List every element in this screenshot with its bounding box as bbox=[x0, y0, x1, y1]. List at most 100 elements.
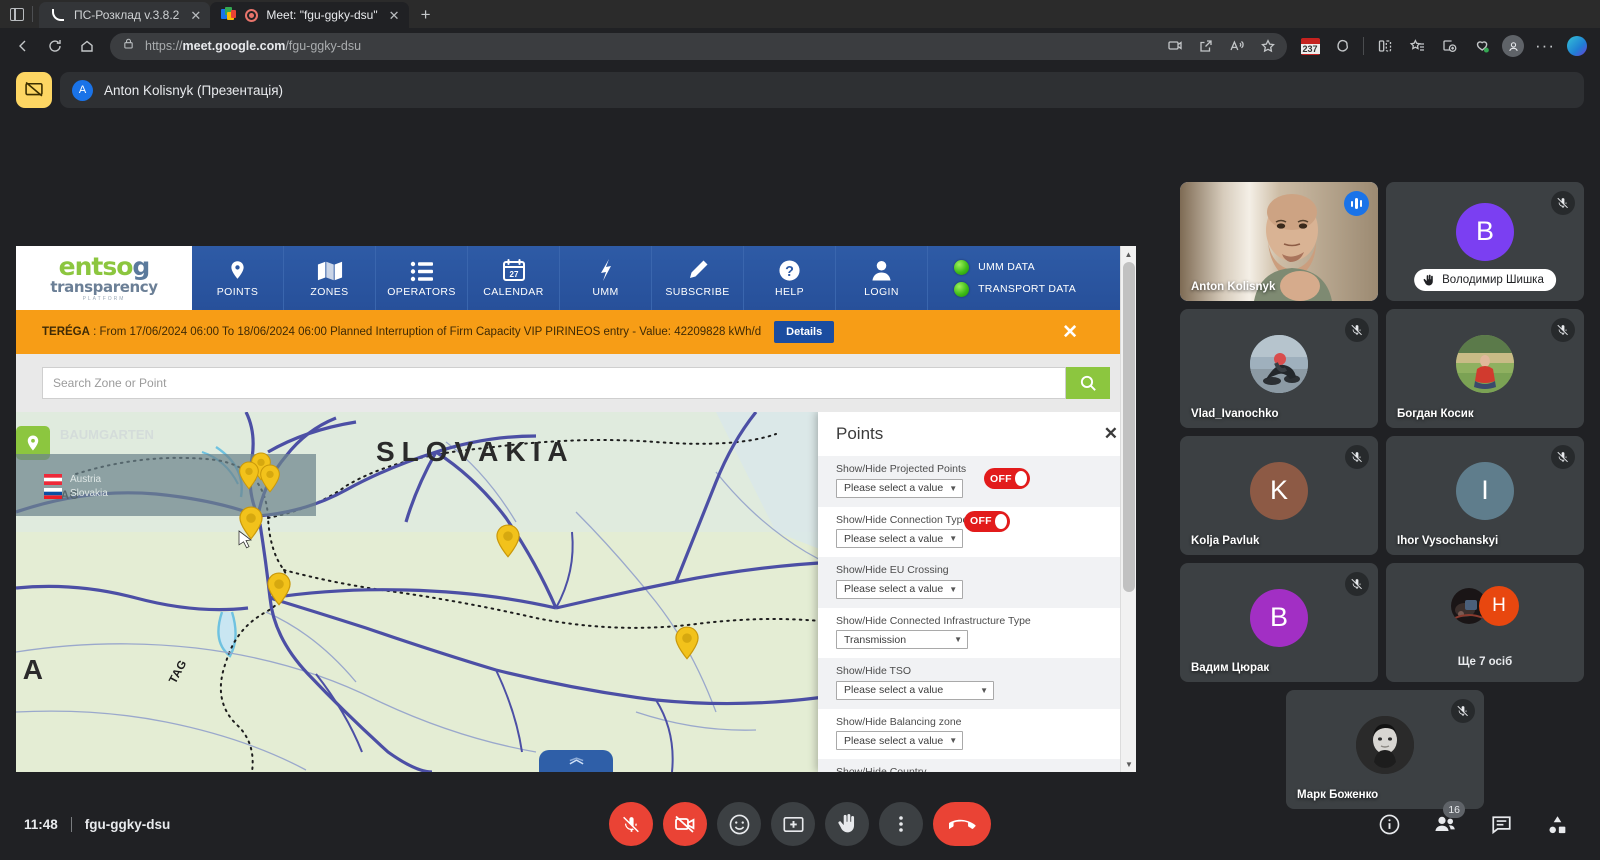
tooltip-title: BAUMGARTEN bbox=[60, 427, 154, 442]
nav-points[interactable]: POINTS bbox=[192, 246, 284, 310]
meeting-details-button[interactable] bbox=[1368, 803, 1410, 845]
browser-toolbar: https://meet.google.com/fgu-ggky-dsu 237… bbox=[0, 28, 1600, 64]
filter-row-connection-type: Show/Hide Connection Type Please select … bbox=[818, 506, 1136, 557]
search-icon[interactable] bbox=[1066, 367, 1110, 399]
map-marker-pin[interactable] bbox=[238, 461, 260, 490]
collections-badge: 237 bbox=[1300, 37, 1320, 55]
participant-tile-overflow[interactable]: H Ще 7 осіб bbox=[1386, 563, 1584, 682]
banner-close-icon[interactable]: ✕ bbox=[1062, 321, 1078, 344]
list-icon bbox=[410, 258, 434, 282]
nav-login[interactable]: LOGIN bbox=[836, 246, 928, 310]
svg-text:?: ? bbox=[785, 264, 794, 280]
avatar-photo bbox=[1456, 334, 1514, 393]
collections-icon[interactable]: 237 bbox=[1295, 32, 1325, 60]
hand-raised-icon bbox=[1423, 274, 1433, 285]
cast-icon[interactable] bbox=[1160, 32, 1190, 60]
participant-tile-vadym-tsiurak[interactable]: B Вадим Цюрак bbox=[1180, 563, 1378, 682]
raise-hand-button[interactable] bbox=[825, 802, 869, 846]
reload-icon[interactable] bbox=[40, 32, 70, 60]
participant-tile-anton-kolisnyk[interactable]: Anton Kolisnyk bbox=[1180, 182, 1378, 301]
profile-icon[interactable] bbox=[1498, 32, 1528, 60]
presenter-chip[interactable]: A Anton Kolisnyk (Презентація) bbox=[60, 72, 1584, 108]
nav-subscribe[interactable]: SUBSCRIBE bbox=[652, 246, 744, 310]
scrollbar-thumb[interactable] bbox=[1123, 262, 1135, 592]
activities-button[interactable] bbox=[1536, 803, 1578, 845]
filter-label: Show/Hide Projected Points bbox=[836, 463, 967, 475]
emoji-button[interactable] bbox=[717, 802, 761, 846]
copilot-edge-icon[interactable] bbox=[1327, 32, 1357, 60]
tab-actions-icon[interactable] bbox=[10, 7, 24, 21]
split-screen-icon[interactable] bbox=[1370, 32, 1400, 60]
browser-tab-2[interactable]: Meet: "fgu-ggky-dsu" ✕ bbox=[210, 2, 409, 28]
leave-call-button[interactable] bbox=[933, 802, 991, 846]
favorite-star-icon[interactable] bbox=[1253, 32, 1283, 60]
favorites-list-icon[interactable] bbox=[1402, 32, 1432, 60]
filter-select[interactable]: Please select a value ▼ bbox=[836, 478, 964, 498]
back-icon[interactable] bbox=[8, 32, 38, 60]
browser-tab-1[interactable]: ПС-Розклад v.3.8.2 ✕ bbox=[39, 2, 211, 28]
participant-tile-kolja-pavluk[interactable]: K Kolja Pavluk bbox=[1180, 436, 1378, 555]
points-panel-close-icon[interactable]: ✕ bbox=[1104, 424, 1118, 444]
nav-label: SUBSCRIBE bbox=[665, 286, 730, 298]
camera-off-button[interactable] bbox=[663, 802, 707, 846]
filter-select[interactable]: Please select a value ▼ bbox=[836, 680, 994, 700]
add-tab-group-icon[interactable] bbox=[1434, 32, 1464, 60]
divider bbox=[1363, 37, 1364, 55]
map-marker-pin[interactable] bbox=[259, 464, 281, 493]
scroll-up-arrow-icon[interactable]: ▲ bbox=[1121, 246, 1136, 262]
filter-select[interactable]: Please select a value ▼ bbox=[836, 529, 964, 548]
participant-name: Vlad_Ivanochko bbox=[1191, 408, 1279, 420]
copilot-icon[interactable] bbox=[1562, 32, 1592, 60]
more-options-button[interactable] bbox=[879, 802, 923, 846]
filter-select[interactable]: Please select a value ▼ bbox=[836, 579, 964, 599]
status-led-icon bbox=[954, 259, 970, 275]
audio-active-icon bbox=[1344, 191, 1369, 216]
nav-help[interactable]: ? HELP bbox=[744, 246, 836, 310]
entsog-logo[interactable]: entsog transparency PLATFORM bbox=[16, 246, 192, 310]
new-tab-button[interactable]: + bbox=[413, 2, 439, 28]
map-marker-pin[interactable] bbox=[266, 572, 292, 606]
search-input[interactable]: Search Zone or Point bbox=[42, 367, 1066, 399]
browser-essentials-icon[interactable] bbox=[1466, 32, 1496, 60]
page-scrollbar[interactable]: ▲ ▼ bbox=[1120, 246, 1136, 772]
toggle-projected-points[interactable]: OFF bbox=[984, 468, 1030, 489]
toggle-connection-type[interactable]: OFF bbox=[964, 510, 1010, 532]
logo-line2: transparency bbox=[50, 278, 158, 297]
filter-label: Show/Hide Balancing zone bbox=[836, 715, 962, 728]
participant-tile-vlad-ivanochko[interactable]: Vlad_Ivanochko bbox=[1180, 309, 1378, 428]
map-marker-pin[interactable] bbox=[495, 524, 521, 558]
participants-button[interactable]: 16 bbox=[1424, 801, 1466, 845]
chat-button[interactable] bbox=[1480, 803, 1522, 845]
filter-select[interactable]: Please select a value ▼ bbox=[836, 731, 964, 750]
participant-tile-bohdan-kosyk[interactable]: Богдан Косик bbox=[1386, 309, 1584, 428]
presented-screen[interactable]: entsog transparency PLATFORM POINTS ZONE… bbox=[16, 246, 1136, 772]
tab-close-button[interactable]: ✕ bbox=[386, 7, 403, 24]
participant-tile-ihor-vysochanskyi[interactable]: I Ihor Vysochanskyi bbox=[1386, 436, 1584, 555]
map-marker-pin[interactable] bbox=[674, 626, 700, 660]
microphone-off-button[interactable] bbox=[609, 802, 653, 846]
participant-name-pill: Володимир Шишка bbox=[1414, 269, 1556, 291]
presentation-bar: A Anton Kolisnyk (Презентація) bbox=[16, 69, 1584, 111]
address-bar[interactable]: https://meet.google.com/fgu-ggky-dsu bbox=[110, 32, 1287, 60]
settings-more-icon[interactable]: ··· bbox=[1530, 32, 1560, 60]
participant-tile-volodymyr-shyshka[interactable]: B Володимир Шишка bbox=[1386, 182, 1584, 301]
nav-calendar[interactable]: 27 CALENDAR bbox=[468, 246, 560, 310]
filter-select[interactable]: Transmission ▼ bbox=[836, 630, 968, 649]
tab-close-button[interactable]: ✕ bbox=[187, 7, 204, 24]
nav-operators[interactable]: OPERATORS bbox=[376, 246, 468, 310]
gas-network-map[interactable]: SLOVAKIA IA WAG TAG BAUMGARTEN Austria S… bbox=[16, 412, 1136, 772]
stop-presenting-icon[interactable] bbox=[16, 72, 52, 108]
banner-details-button[interactable]: Details bbox=[774, 321, 835, 343]
avatar bbox=[1356, 715, 1414, 774]
present-now-button[interactable] bbox=[771, 802, 815, 846]
map-expand-tab[interactable] bbox=[539, 750, 613, 772]
points-panel-body[interactable]: Show/Hide Projected Points Please select… bbox=[818, 456, 1136, 772]
scroll-down-arrow-icon[interactable]: ▼ bbox=[1121, 756, 1136, 772]
home-icon[interactable] bbox=[72, 32, 102, 60]
read-aloud-icon[interactable] bbox=[1222, 32, 1252, 60]
nav-zones[interactable]: ZONES bbox=[284, 246, 376, 310]
mouse-cursor-icon bbox=[238, 530, 253, 549]
call-controls bbox=[609, 802, 991, 846]
share-icon[interactable] bbox=[1191, 32, 1221, 60]
nav-umm[interactable]: UMM bbox=[560, 246, 652, 310]
